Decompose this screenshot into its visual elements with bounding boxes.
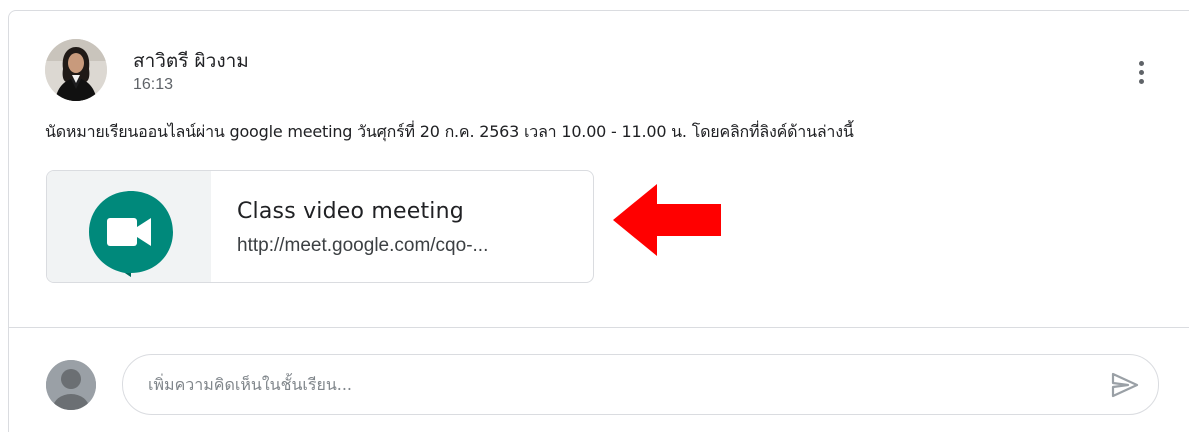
more-options-button[interactable] — [1126, 52, 1156, 92]
meet-link-attachment[interactable]: Class video meeting http://meet.google.c… — [46, 170, 594, 283]
comment-box[interactable] — [122, 354, 1159, 415]
post-text: นัดหมายเรียนออนไลน์ผ่าน google meeting ว… — [45, 122, 854, 141]
divider — [9, 327, 1189, 328]
post-time: 16:13 — [133, 76, 174, 93]
comment-input[interactable] — [148, 355, 1098, 414]
attachment-thumbnail — [47, 171, 211, 282]
attachment-title: Class video meeting — [237, 199, 464, 224]
attachment-url: http://meet.google.com/cqo-... — [237, 235, 489, 256]
more-vert-icon — [1138, 60, 1144, 66]
red-arrow-icon — [613, 184, 723, 261]
author-avatar[interactable] — [45, 39, 107, 101]
google-meet-icon — [89, 191, 173, 277]
more-vert-icon-dot — [1138, 78, 1144, 84]
person-icon — [46, 360, 96, 410]
commenter-avatar — [46, 360, 96, 410]
more-vert-icon-dot — [1138, 69, 1144, 75]
author-name: สาวิตรี ผิวงาม — [133, 50, 249, 72]
send-comment-button[interactable] — [1110, 371, 1140, 399]
send-icon — [1111, 372, 1139, 398]
